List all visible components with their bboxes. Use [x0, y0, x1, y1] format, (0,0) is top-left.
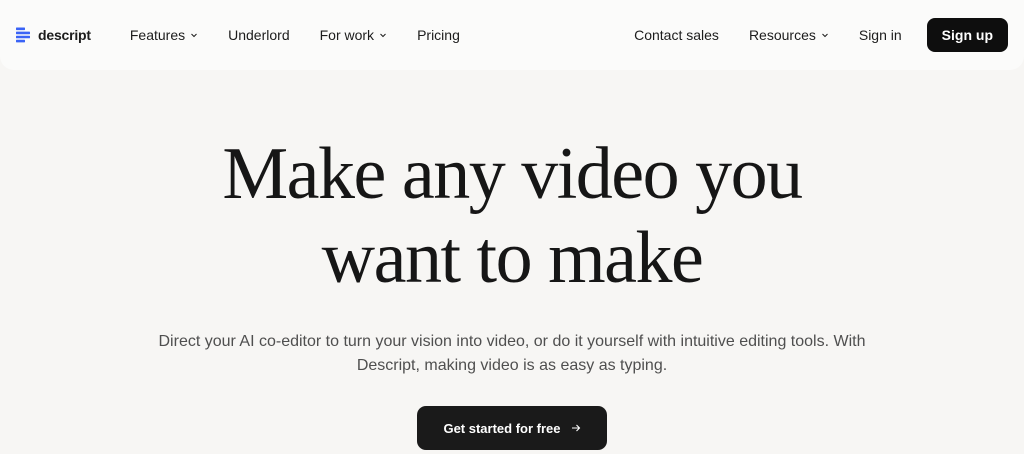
get-started-button[interactable]: Get started for free: [417, 406, 607, 450]
hero-subtext-line-1: Direct your AI co-editor to turn your vi…: [158, 333, 866, 350]
hero-headline: Make any video you want to make: [0, 132, 1024, 300]
nav-for-work[interactable]: For work: [305, 18, 402, 52]
get-started-label: Get started for free: [443, 420, 561, 436]
chevron-down-icon: [822, 33, 828, 38]
nav-pricing[interactable]: Pricing: [402, 18, 475, 52]
nav-sign-in[interactable]: Sign in: [844, 18, 917, 52]
secondary-nav: Contact sales Resources Sign in Sign up: [619, 18, 1008, 52]
nav-for-work-label: For work: [319, 27, 375, 43]
nav-resources[interactable]: Resources: [734, 18, 844, 52]
primary-nav: Features Underlord For work Pricing: [115, 18, 475, 52]
nav-resources-label: Resources: [748, 27, 816, 43]
chevron-down-icon: [380, 33, 386, 38]
sign-up-button[interactable]: Sign up: [926, 18, 1008, 52]
nav-underlord[interactable]: Underlord: [213, 18, 304, 52]
nav-features[interactable]: Features: [115, 18, 213, 52]
hero-subtext-line-2: Descript, making video is as easy as typ…: [356, 357, 668, 374]
hero-section: Make any video you want to make Direct y…: [0, 70, 1024, 450]
nav-features-label: Features: [129, 27, 186, 43]
arrow-right-icon: [571, 424, 580, 432]
nav-pricing-label: Pricing: [417, 27, 460, 43]
hero-headline-line-1: Make any video you: [222, 133, 803, 215]
page: descript Features Underlord For work Pri…: [0, 0, 1024, 454]
chevron-down-icon: [191, 33, 197, 38]
descript-logo-icon: [16, 27, 30, 43]
descript-logo[interactable]: descript: [16, 27, 91, 43]
hero-headline-line-2: want to make: [321, 217, 704, 299]
nav-underlord-label: Underlord: [228, 27, 290, 43]
top-navbar: descript Features Underlord For work Pri…: [0, 0, 1024, 70]
hero-subtext: Direct your AI co-editor to turn your vi…: [152, 330, 872, 378]
nav-contact-sales[interactable]: Contact sales: [619, 18, 734, 52]
logo-wordmark: descript: [38, 27, 91, 43]
